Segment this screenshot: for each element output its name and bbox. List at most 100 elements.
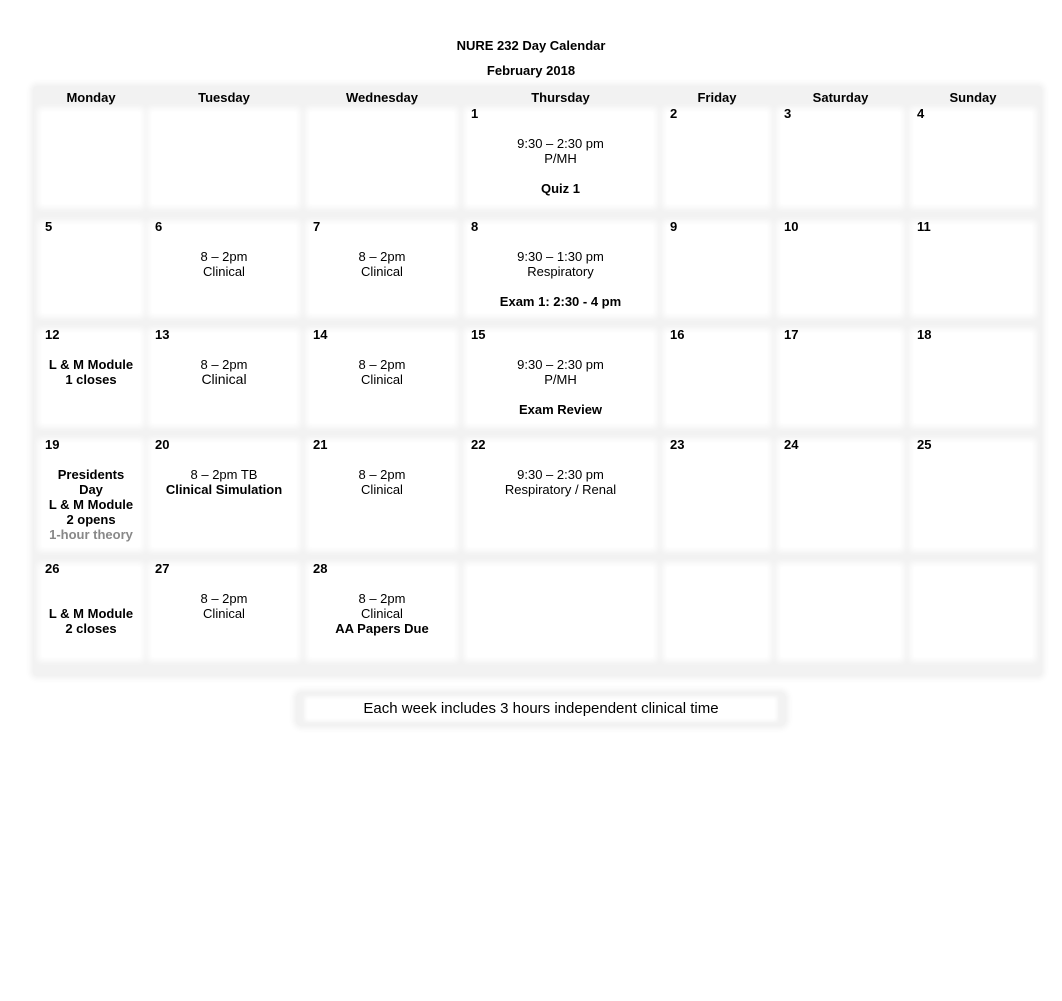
event-line: 8 – 2pm: [358, 467, 406, 482]
day-number: 1: [471, 106, 479, 121]
day-number: 27: [155, 561, 170, 576]
footer-note: Each week includes 3 hours independent c…: [363, 700, 719, 717]
event-line: Clinical: [203, 264, 245, 279]
day-events: 8 – 2pm Clinical AA Papers Due: [306, 591, 458, 636]
event-line: Exam Review: [518, 402, 603, 417]
day-events: L & M Module 1 closes: [38, 357, 144, 387]
event-line: 9:30 – 2:30 pm: [517, 467, 604, 482]
day-header-thursday: Thursday: [531, 90, 590, 105]
day-events: 9:30 – 2:30 pm P/MH Quiz 1: [464, 136, 657, 196]
day-number: 25: [917, 437, 932, 452]
day-number: 9: [670, 219, 678, 234]
day-number: 11: [917, 219, 931, 234]
event-line: 8 – 2pm: [358, 357, 406, 372]
day-number: 22: [471, 437, 486, 452]
event-line: Day: [79, 482, 103, 497]
event-line: P/MH: [544, 151, 577, 166]
day-events: 9:30 – 2:30 pm P/MH Exam Review: [464, 357, 657, 417]
event-line: 1 closes: [65, 372, 117, 387]
day-header-tuesday: Tuesday: [198, 90, 250, 105]
event-line: 8 – 2pm: [358, 591, 406, 606]
event-line: Clinical: [361, 606, 403, 621]
day-events: 9:30 – 1:30 pm Respiratory Exam 1: 2:30 - …: [464, 249, 657, 309]
day-cell: [667, 567, 767, 657]
event-line: L & M Module: [48, 606, 134, 621]
day-events: 8 – 2pm Clinical: [148, 591, 300, 621]
day-cell: [152, 112, 296, 204]
event-line: 9:30 – 2:30 pm: [517, 136, 604, 151]
day-number: 12: [45, 327, 60, 342]
day-number: 5: [45, 219, 53, 234]
event-line: Clinical: [361, 264, 403, 279]
event-line: Presidents: [57, 467, 125, 482]
day-number: 14: [313, 327, 328, 342]
day-header-saturday: Saturday: [812, 90, 869, 105]
event-line: Exam 1: 2:30 - 4 pm: [499, 294, 622, 309]
day-cell: [42, 112, 140, 204]
day-number: 20: [155, 437, 170, 452]
day-events: L & M Module 2 closes: [38, 591, 144, 636]
event-line: Respiratory: [527, 264, 594, 279]
event-line: 2 closes: [65, 621, 117, 636]
day-number: 19: [45, 437, 60, 452]
day-header-friday: Friday: [697, 90, 737, 105]
day-cell: [914, 225, 1032, 313]
day-header-monday: Monday: [66, 90, 116, 105]
day-events: 9:30 – 2:30 pm Respiratory / Renal: [464, 467, 657, 497]
event-line: L & M Module: [48, 497, 134, 512]
event-line: 2 opens: [66, 512, 116, 527]
day-number: 7: [313, 219, 321, 234]
day-events: Presidents Day L & M Module 2 opens 1-hour t…: [38, 467, 144, 542]
day-cell: [42, 225, 140, 313]
event-line: Clinical: [201, 371, 247, 387]
day-events: 8 – 2pm Clinical: [306, 249, 458, 279]
day-cell: [781, 443, 900, 547]
event-line: Clinical: [361, 482, 403, 497]
event-line: 8 – 2pm TB: [190, 467, 258, 482]
event-line: 8 – 2pm: [200, 591, 248, 606]
day-cell: [914, 443, 1032, 547]
day-cell: [667, 333, 767, 423]
day-cell: [310, 112, 454, 204]
event-line: Respiratory / Renal: [504, 482, 617, 497]
day-number: 21: [313, 437, 328, 452]
event-line: Clinical: [361, 372, 403, 387]
day-number: 18: [917, 327, 932, 342]
event-line: Clinical Simulation: [165, 482, 283, 497]
event-line: 9:30 – 2:30 pm: [517, 357, 604, 372]
day-cell: [914, 333, 1032, 423]
day-events: 8 – 2pm Clinical: [306, 467, 458, 497]
day-cell: [781, 567, 900, 657]
day-number: 17: [784, 327, 799, 342]
day-number: 24: [784, 437, 799, 452]
day-number: 8: [471, 219, 479, 234]
day-header-sunday: Sunday: [949, 90, 997, 105]
day-cell: [781, 225, 900, 313]
day-number: 6: [155, 219, 163, 234]
event-line: 9:30 – 1:30 pm: [517, 249, 604, 264]
day-events: 8 – 2pm TB Clinical Simulation: [148, 467, 300, 497]
day-cell: [667, 112, 767, 204]
day-number: 16: [670, 327, 685, 342]
calendar-title: NURE 232 Day Calendar: [456, 38, 606, 53]
day-number: 28: [313, 561, 328, 576]
day-cell: [667, 225, 767, 313]
day-number: 13: [155, 327, 170, 342]
day-events: 8 – 2pm Clinical: [148, 249, 300, 279]
day-number: 3: [784, 106, 792, 121]
day-number: 23: [670, 437, 685, 452]
event-line: P/MH: [544, 372, 577, 387]
day-cell: [468, 567, 653, 657]
day-cell: [781, 333, 900, 423]
day-number: 26: [45, 561, 60, 576]
calendar-month: February 2018: [486, 63, 576, 78]
day-header-wednesday: Wednesday: [345, 90, 418, 105]
event-line: 8 – 2pm: [200, 249, 248, 264]
event-line: 8 – 2pm: [358, 249, 406, 264]
day-cell: [781, 112, 900, 204]
event-line: Clinical: [203, 606, 245, 621]
